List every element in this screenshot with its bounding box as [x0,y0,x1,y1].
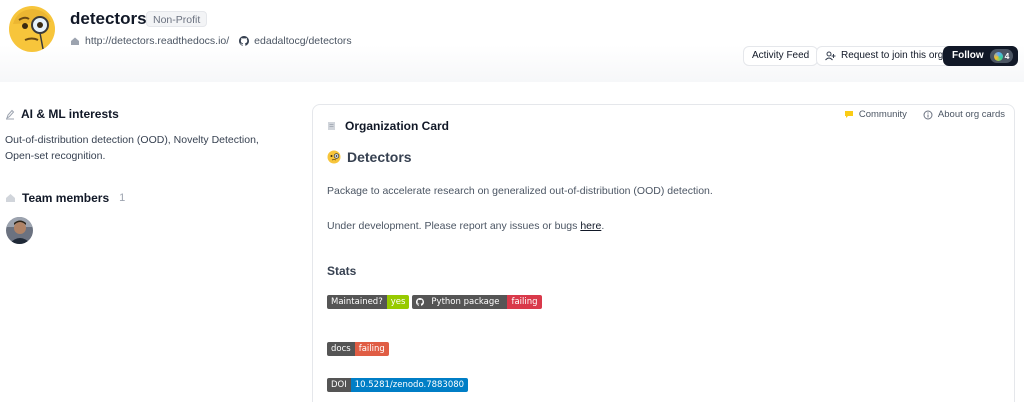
request-join-label: Request to join this org [841,50,944,61]
badges-row-3: DOI 10.5281/zenodo.7883080 [327,378,471,392]
maintained-label: Maintained? [327,295,387,309]
home-icon [71,37,79,45]
interests-title: AI & ML interests [21,107,119,121]
about-org-cards-link[interactable]: About org cards [923,109,1005,120]
maintained-badge[interactable]: Maintained? yes [327,295,410,309]
card-title-text: Organization Card [345,119,450,133]
python-package-label: Python package [431,297,500,307]
activity-feed-button[interactable]: Activity Feed [743,46,819,66]
org-avatar-monocle-icon [7,4,57,54]
info-icon [923,110,933,119]
organization-card: Community About org cards Organization C… [312,104,1015,402]
face-with-monocle-icon [327,150,341,164]
user-plus-icon [825,51,836,61]
team-count: 1 [119,192,126,204]
about-label: About org cards [937,109,1005,120]
detectors-title: Detectors [347,149,412,165]
doi-label: DOI [327,378,351,392]
team-member-avatar[interactable] [6,217,33,244]
github-icon [416,298,425,306]
development-suffix: . [601,220,605,232]
org-name: detectors [70,9,147,28]
badges-row-2: docs failing [327,342,392,356]
community-label: Community [858,109,907,120]
docs-value: failing [354,342,389,356]
python-package-value: failing [507,295,542,309]
github-icon [239,36,250,46]
python-package-badge[interactable]: Python package failing [412,295,542,309]
request-join-button[interactable]: Request to join this org [816,46,953,66]
development-text: Under development. Please report any iss… [327,220,581,232]
website-url: http://detectors.readthedocs.io/ [85,35,230,47]
team-members-heading: Team members 1 [5,191,125,205]
docs-badge[interactable]: docs failing [327,342,389,356]
doi-badge[interactable]: DOI 10.5281/zenodo.7883080 [327,378,469,392]
badges-row-1: Maintained? yes Python package failing [327,295,545,309]
community-link[interactable]: Community [844,109,907,120]
follow-button[interactable]: Follow 4 [943,46,1019,66]
follower-avatars-icon [993,51,1003,61]
document-icon [328,122,335,130]
org-links: http://detectors.readthedocs.io/ edadalt… [70,35,362,47]
follow-label: Follow [952,50,984,61]
card-links: Community About org cards [828,109,1005,120]
non-profit-badge: Non-Profit [146,11,208,27]
interests-heading: AI & ML interests [5,107,119,121]
chat-bubble-icon [844,111,853,118]
description-paragraph: Package to accelerate research on genera… [327,185,713,197]
maintained-value: yes [386,295,410,309]
report-issues-link[interactable]: here [580,220,601,232]
stats-heading: Stats [327,264,357,278]
github-link[interactable]: edadaltocg/detectors [239,35,352,47]
card-title: Organization Card [327,119,449,133]
github-repo: edadaltocg/detectors [254,35,352,47]
follower-count: 4 [989,49,1014,63]
docs-label: docs [327,342,355,356]
people-icon [6,194,15,202]
website-link[interactable]: http://detectors.readthedocs.io/ [70,35,229,47]
follower-count-value: 4 [1004,51,1010,61]
development-paragraph: Under development. Please report any iss… [327,220,604,232]
detectors-heading: Detectors [327,149,412,165]
python-package-label-wrap: Python package [412,295,508,309]
org-header: detectors Non-Profit http://detectors.re… [0,0,1024,82]
interests-text: Out-of-distribution detection (OOD), Nov… [5,134,259,162]
team-title: Team members [22,191,110,205]
pencil-icon [6,109,15,119]
doi-value: 10.5281/zenodo.7883080 [350,378,469,392]
